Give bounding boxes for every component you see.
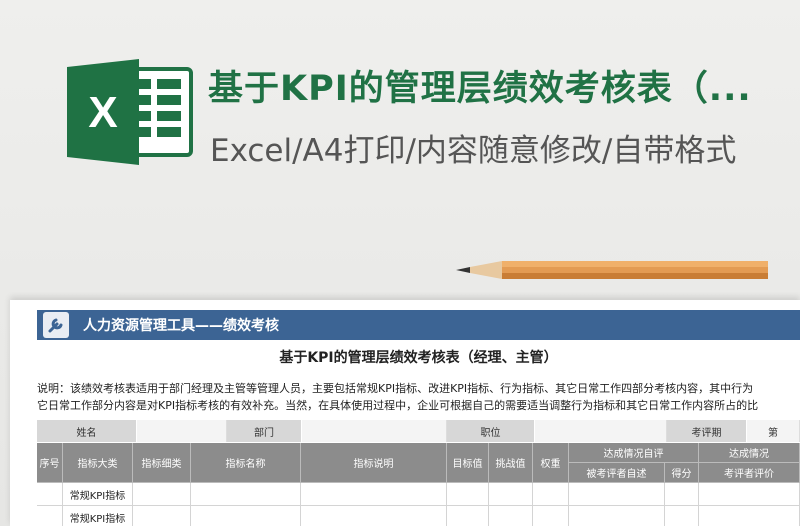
cell-seq[interactable]: [37, 483, 63, 505]
cell-challenge[interactable]: [489, 483, 533, 505]
col-seq: 序号: [37, 443, 63, 483]
col-score: 得分: [665, 463, 699, 483]
excel-logo-icon: X: [67, 59, 193, 165]
sheet-title: 基于KPI的管理层绩效考核表（经理、主管）: [279, 350, 558, 366]
cell-category[interactable]: 常规KPI指标: [63, 483, 133, 505]
cell-desc[interactable]: [301, 483, 447, 505]
note-line-1: 说明：该绩效考核表适用于部门经理及主管等管理人员，主要包括常规KPI指标、改进K…: [37, 382, 754, 395]
period-value[interactable]: 第: [747, 420, 800, 442]
position-value[interactable]: [535, 420, 667, 442]
cell-reviewer-eval[interactable]: [699, 506, 800, 526]
dept-label: 部门: [227, 420, 302, 442]
col-subcategory: 指标细类: [133, 443, 191, 483]
cell-target[interactable]: [447, 506, 489, 526]
col-weight: 权重: [533, 443, 569, 483]
dept-value[interactable]: [302, 420, 447, 442]
cell-subcategory[interactable]: [133, 483, 191, 505]
cell-target[interactable]: [447, 483, 489, 505]
table-row: 常规KPI指标: [37, 506, 800, 526]
col-reviewer-eval: 考评者评价: [699, 463, 800, 483]
cell-score[interactable]: [665, 506, 699, 526]
col-desc: 指标说明: [301, 443, 447, 483]
col-category: 指标大类: [63, 443, 133, 483]
table-body: 常规KPI指标 常规KPI指标: [37, 483, 800, 526]
tool-header-bar: 人力资源管理工具——绩效考核: [37, 310, 800, 340]
name-label: 姓名: [37, 420, 137, 442]
cell-subcategory[interactable]: [133, 506, 191, 526]
cell-score[interactable]: [665, 483, 699, 505]
banner-subtitle: Excel/A4打印/内容随意修改/自带格式: [210, 133, 737, 169]
cell-category[interactable]: 常规KPI指标: [63, 506, 133, 526]
instruction-note: 说明：该绩效考核表适用于部门经理及主管等管理人员，主要包括常规KPI指标、改进K…: [37, 380, 800, 414]
cell-seq[interactable]: [37, 506, 63, 526]
col-group-self: 达成情况自评: [569, 443, 699, 463]
spreadsheet-preview: 人力资源管理工具——绩效考核 基于KPI的管理层绩效考核表（经理、主管） 说明：…: [10, 300, 800, 526]
svg-text:X: X: [88, 88, 117, 137]
cell-name[interactable]: [191, 483, 301, 505]
cell-self-eval[interactable]: [569, 506, 665, 526]
cell-desc[interactable]: [301, 506, 447, 526]
col-group-reviewer: 达成情况: [699, 443, 800, 463]
cell-weight[interactable]: [533, 483, 569, 505]
wrench-icon: [43, 312, 69, 338]
cell-challenge[interactable]: [489, 506, 533, 526]
table-row: 常规KPI指标: [37, 483, 800, 506]
tool-header-title: 人力资源管理工具——绩效考核: [83, 318, 279, 334]
name-value[interactable]: [137, 420, 227, 442]
cell-weight[interactable]: [533, 506, 569, 526]
cell-reviewer-eval[interactable]: [699, 483, 800, 505]
period-label: 考评期: [667, 420, 747, 442]
position-label: 职位: [447, 420, 535, 442]
col-name: 指标名称: [191, 443, 301, 483]
table-header: 序号 指标大类 指标细类 指标名称 指标说明 目标值 挑战值 权重 达成情况自评…: [37, 443, 800, 483]
col-self-eval: 被考评者自述: [569, 463, 665, 483]
banner-title: 基于KPI的管理层绩效考核表（...: [208, 69, 752, 109]
pencil-icon: [456, 261, 768, 279]
col-target: 目标值: [447, 443, 489, 483]
cell-self-eval[interactable]: [569, 483, 665, 505]
note-line-2: 它日常工作部分内容是对KPI指标考核的有效补充。当然，在具体使用过程中，企业可根…: [37, 399, 759, 412]
employee-info-row: 姓名 部门 职位 考评期 第: [37, 420, 800, 442]
cell-name[interactable]: [191, 506, 301, 526]
col-challenge: 挑战值: [489, 443, 533, 483]
